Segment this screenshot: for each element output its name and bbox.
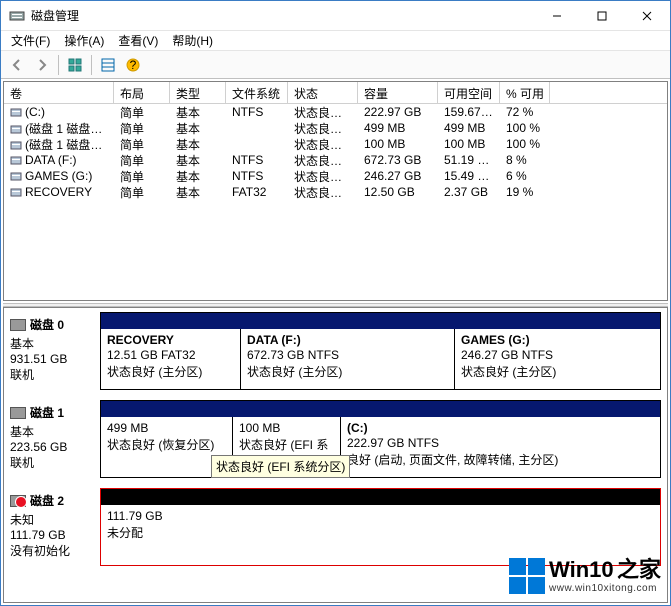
watermark-sub: www.win10xitong.com [549,583,661,594]
disk-stripe [101,489,660,505]
col-type[interactable]: 类型 [170,82,226,103]
maximize-button[interactable] [579,1,624,30]
menubar: 文件(F) 操作(A) 查看(V) 帮助(H) [1,31,670,51]
disk-stripe [101,313,660,329]
disk-label[interactable]: 磁盘 2未知111.79 GB没有初始化 [10,488,100,566]
disk-map: RECOVERY12.51 GB FAT32状态良好 (主分区)DATA (F:… [100,312,661,390]
grid-header: 卷 布局 类型 文件系统 状态 容量 可用空间 % 可用 [4,82,667,104]
disk-map: 499 MB状态良好 (恢复分区)100 MB状态良好 (EFI 系统分区)(C… [100,400,661,478]
col-volume[interactable]: 卷 [4,82,114,103]
col-free[interactable]: 可用空间 [438,82,500,103]
tooltip: 状态良好 (EFI 系统分区) [211,455,350,478]
partition[interactable]: DATA (F:)672.73 GB NTFS状态良好 (主分区) [241,329,455,389]
disk-row: 磁盘 2未知111.79 GB没有初始化111.79 GB未分配 [10,488,661,566]
toolbar-separator [91,55,92,75]
disk-stripe [101,401,660,417]
col-pct[interactable]: % 可用 [500,82,550,103]
col-layout[interactable]: 布局 [114,82,170,103]
col-status[interactable]: 状态 [288,82,358,103]
menu-action[interactable]: 操作(A) [58,30,110,51]
disk-icon [10,407,26,419]
menu-file[interactable]: 文件(F) [5,30,56,51]
disk-icon [10,495,26,507]
menu-view[interactable]: 查看(V) [112,30,164,51]
grid-body[interactable]: (C:)简单基本NTFS状态良好 (…222.97 GB159.67 …72 %… [4,104,667,200]
partition[interactable]: RECOVERY12.51 GB FAT32状态良好 (主分区) [101,329,241,389]
table-row[interactable]: RECOVERY简单基本FAT32状态良好 (…12.50 GB2.37 GB1… [4,184,667,200]
svg-text:?: ? [130,58,137,72]
minimize-button[interactable] [534,1,579,30]
menu-help[interactable]: 帮助(H) [166,30,219,51]
watermark: Win10 之家 www.win10xitong.com [509,558,661,594]
partition[interactable]: GAMES (G:)246.27 GB NTFS状态良好 (主分区) [455,329,595,389]
windows-logo-icon [509,558,545,594]
partition[interactable]: (C:)222.97 GB NTFS良好 (启动, 页面文件, 故障转储, 主分… [341,417,603,477]
disk-icon [10,319,26,331]
col-filesystem[interactable]: 文件系统 [226,82,288,103]
disk-management-window: 磁盘管理 文件(F) 操作(A) 查看(V) 帮助(H) ? 卷 布局 类型 文… [0,0,671,606]
titlebar: 磁盘管理 [1,1,670,31]
disk-label[interactable]: 磁盘 0基本931.51 GB联机 [10,312,100,390]
help-button[interactable]: ? [121,53,145,77]
disk-row: 磁盘 0基本931.51 GB联机RECOVERY12.51 GB FAT32状… [10,312,661,390]
app-icon [9,8,25,24]
toolbar: ? [1,51,670,79]
watermark-main: Win10 [549,557,614,582]
disk-map: 111.79 GB未分配 [100,488,661,566]
nav-forward-button[interactable] [30,53,54,77]
toolbar-separator [58,55,59,75]
nav-back-button[interactable] [5,53,29,77]
close-button[interactable] [624,1,670,30]
col-capacity[interactable]: 容量 [358,82,438,103]
volumes-grid: 卷 布局 类型 文件系统 状态 容量 可用空间 % 可用 (C:)简单基本NTF… [3,81,668,301]
watermark-zhi: 之家 [617,557,661,582]
disk-label[interactable]: 磁盘 1基本223.56 GB联机 [10,400,100,478]
view-list-button[interactable] [96,53,120,77]
window-buttons [534,1,670,30]
window-title: 磁盘管理 [31,7,534,24]
refresh-button[interactable] [63,53,87,77]
partition[interactable]: 111.79 GB未分配 [101,505,599,565]
